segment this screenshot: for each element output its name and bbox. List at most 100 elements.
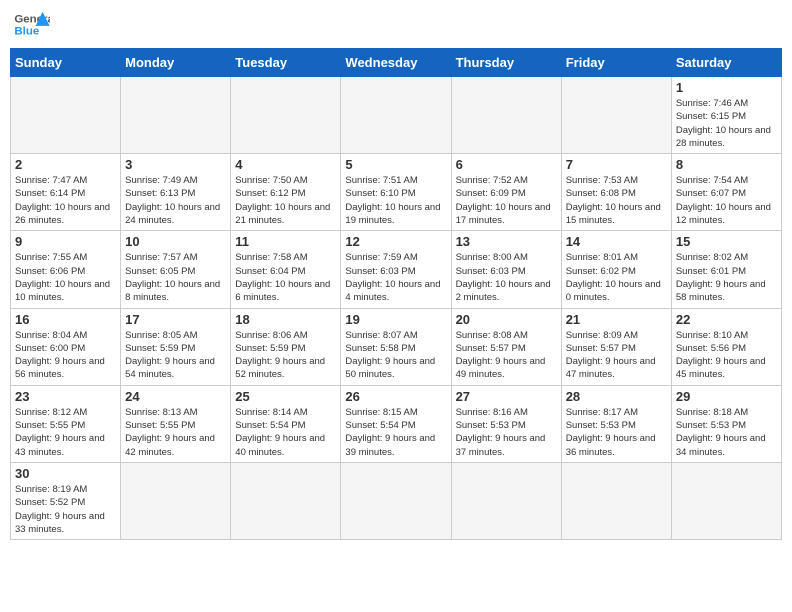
day-info: Sunrise: 8:19 AM Sunset: 5:52 PM Dayligh… [15, 483, 116, 536]
logo: General Blue [14, 10, 50, 40]
calendar-day-cell [671, 462, 781, 539]
day-number: 7 [566, 157, 667, 172]
day-info: Sunrise: 8:05 AM Sunset: 5:59 PM Dayligh… [125, 329, 226, 382]
day-info: Sunrise: 7:51 AM Sunset: 6:10 PM Dayligh… [345, 174, 446, 227]
day-number: 6 [456, 157, 557, 172]
day-info: Sunrise: 7:58 AM Sunset: 6:04 PM Dayligh… [235, 251, 336, 304]
calendar-day-cell [561, 77, 671, 154]
header: General Blue [10, 10, 782, 40]
generalblue-logo-icon: General Blue [14, 10, 50, 40]
day-info: Sunrise: 7:55 AM Sunset: 6:06 PM Dayligh… [15, 251, 116, 304]
calendar-day-cell [11, 77, 121, 154]
day-number: 30 [15, 466, 116, 481]
day-info: Sunrise: 8:15 AM Sunset: 5:54 PM Dayligh… [345, 406, 446, 459]
day-info: Sunrise: 8:13 AM Sunset: 5:55 PM Dayligh… [125, 406, 226, 459]
day-info: Sunrise: 8:17 AM Sunset: 5:53 PM Dayligh… [566, 406, 667, 459]
day-info: Sunrise: 7:59 AM Sunset: 6:03 PM Dayligh… [345, 251, 446, 304]
day-number: 16 [15, 312, 116, 327]
day-info: Sunrise: 7:50 AM Sunset: 6:12 PM Dayligh… [235, 174, 336, 227]
calendar-day-cell: 28 Sunrise: 8:17 AM Sunset: 5:53 PM Dayli… [561, 385, 671, 462]
day-number: 4 [235, 157, 336, 172]
day-number: 17 [125, 312, 226, 327]
day-info: Sunrise: 8:18 AM Sunset: 5:53 PM Dayligh… [676, 406, 777, 459]
calendar-day-cell: 5 Sunrise: 7:51 AM Sunset: 6:10 PM Daylig… [341, 154, 451, 231]
day-number: 21 [566, 312, 667, 327]
day-info: Sunrise: 8:16 AM Sunset: 5:53 PM Dayligh… [456, 406, 557, 459]
day-number: 28 [566, 389, 667, 404]
day-info: Sunrise: 8:02 AM Sunset: 6:01 PM Dayligh… [676, 251, 777, 304]
calendar-day-cell [341, 462, 451, 539]
day-number: 2 [15, 157, 116, 172]
calendar-day-cell: 22Sunrise: 8:10 AM Sunset: 5:56 PM Dayli… [671, 308, 781, 385]
calendar-day-cell [561, 462, 671, 539]
calendar-week-row: 1Sunrise: 7:46 AM Sunset: 6:15 PM Daylig… [11, 77, 782, 154]
calendar-day-cell: 15Sunrise: 8:02 AM Sunset: 6:01 PM Dayli… [671, 231, 781, 308]
day-info: Sunrise: 7:53 AM Sunset: 6:08 PM Dayligh… [566, 174, 667, 227]
calendar-header-wednesday: Wednesday [341, 49, 451, 77]
calendar-day-cell: 14 Sunrise: 8:01 AM Sunset: 6:02 PM Dayli… [561, 231, 671, 308]
calendar-day-cell: 10 Sunrise: 7:57 AM Sunset: 6:05 PM Dayli… [121, 231, 231, 308]
day-number: 8 [676, 157, 777, 172]
calendar-week-row: 16 Sunrise: 8:04 AM Sunset: 6:00 PM Dayli… [11, 308, 782, 385]
day-info: Sunrise: 8:08 AM Sunset: 5:57 PM Dayligh… [456, 329, 557, 382]
day-info: Sunrise: 8:07 AM Sunset: 5:58 PM Dayligh… [345, 329, 446, 382]
day-number: 5 [345, 157, 446, 172]
day-number: 9 [15, 234, 116, 249]
day-info: Sunrise: 8:14 AM Sunset: 5:54 PM Dayligh… [235, 406, 336, 459]
calendar-day-cell: 18Sunrise: 8:06 AM Sunset: 5:59 PM Dayli… [231, 308, 341, 385]
day-number: 18 [235, 312, 336, 327]
calendar-day-cell: 23 Sunrise: 8:12 AM Sunset: 5:55 PM Dayli… [11, 385, 121, 462]
day-number: 23 [15, 389, 116, 404]
calendar-day-cell [121, 462, 231, 539]
calendar-day-cell [121, 77, 231, 154]
day-number: 29 [676, 389, 777, 404]
calendar-week-row: 2 Sunrise: 7:47 AM Sunset: 6:14 PM Daylig… [11, 154, 782, 231]
calendar-header-monday: Monday [121, 49, 231, 77]
calendar-day-cell: 16 Sunrise: 8:04 AM Sunset: 6:00 PM Dayli… [11, 308, 121, 385]
calendar-day-cell: 11 Sunrise: 7:58 AM Sunset: 6:04 PM Dayli… [231, 231, 341, 308]
calendar-day-cell: 4 Sunrise: 7:50 AM Sunset: 6:12 PM Daylig… [231, 154, 341, 231]
day-info: Sunrise: 8:01 AM Sunset: 6:02 PM Dayligh… [566, 251, 667, 304]
day-info: Sunrise: 8:04 AM Sunset: 6:00 PM Dayligh… [15, 329, 116, 382]
day-number: 12 [345, 234, 446, 249]
calendar-week-row: 30 Sunrise: 8:19 AM Sunset: 5:52 PM Dayli… [11, 462, 782, 539]
calendar-day-cell: 21Sunrise: 8:09 AM Sunset: 5:57 PM Dayli… [561, 308, 671, 385]
day-number: 25 [235, 389, 336, 404]
calendar-header-thursday: Thursday [451, 49, 561, 77]
calendar-day-cell: 29 Sunrise: 8:18 AM Sunset: 5:53 PM Dayli… [671, 385, 781, 462]
day-info: Sunrise: 8:00 AM Sunset: 6:03 PM Dayligh… [456, 251, 557, 304]
day-number: 3 [125, 157, 226, 172]
calendar-day-cell: 1Sunrise: 7:46 AM Sunset: 6:15 PM Daylig… [671, 77, 781, 154]
calendar-day-cell [231, 462, 341, 539]
calendar-day-cell: 8 Sunrise: 7:54 AM Sunset: 6:07 PM Daylig… [671, 154, 781, 231]
day-number: 26 [345, 389, 446, 404]
calendar-header-row: SundayMondayTuesdayWednesdayThursdayFrid… [11, 49, 782, 77]
calendar-day-cell: 6 Sunrise: 7:52 AM Sunset: 6:09 PM Daylig… [451, 154, 561, 231]
day-number: 19 [345, 312, 446, 327]
day-info: Sunrise: 7:47 AM Sunset: 6:14 PM Dayligh… [15, 174, 116, 227]
calendar-day-cell: 30 Sunrise: 8:19 AM Sunset: 5:52 PM Dayli… [11, 462, 121, 539]
day-info: Sunrise: 7:49 AM Sunset: 6:13 PM Dayligh… [125, 174, 226, 227]
svg-text:Blue: Blue [14, 26, 39, 38]
day-number: 24 [125, 389, 226, 404]
day-number: 14 [566, 234, 667, 249]
day-number: 20 [456, 312, 557, 327]
calendar-table: SundayMondayTuesdayWednesdayThursdayFrid… [10, 48, 782, 540]
day-number: 11 [235, 234, 336, 249]
day-number: 1 [676, 80, 777, 95]
calendar-day-cell: 20 Sunrise: 8:08 AM Sunset: 5:57 PM Dayli… [451, 308, 561, 385]
calendar-day-cell [231, 77, 341, 154]
calendar-week-row: 23 Sunrise: 8:12 AM Sunset: 5:55 PM Dayli… [11, 385, 782, 462]
calendar-day-cell: 24 Sunrise: 8:13 AM Sunset: 5:55 PM Dayli… [121, 385, 231, 462]
day-info: Sunrise: 7:54 AM Sunset: 6:07 PM Dayligh… [676, 174, 777, 227]
day-info: Sunrise: 8:12 AM Sunset: 5:55 PM Dayligh… [15, 406, 116, 459]
day-number: 27 [456, 389, 557, 404]
calendar-week-row: 9 Sunrise: 7:55 AM Sunset: 6:06 PM Daylig… [11, 231, 782, 308]
day-number: 10 [125, 234, 226, 249]
day-number: 22 [676, 312, 777, 327]
day-info: Sunrise: 7:52 AM Sunset: 6:09 PM Dayligh… [456, 174, 557, 227]
calendar-day-cell: 17 Sunrise: 8:05 AM Sunset: 5:59 PM Dayli… [121, 308, 231, 385]
calendar-day-cell: 25 Sunrise: 8:14 AM Sunset: 5:54 PM Dayli… [231, 385, 341, 462]
calendar-day-cell: 26 Sunrise: 8:15 AM Sunset: 5:54 PM Dayli… [341, 385, 451, 462]
day-info: Sunrise: 7:57 AM Sunset: 6:05 PM Dayligh… [125, 251, 226, 304]
